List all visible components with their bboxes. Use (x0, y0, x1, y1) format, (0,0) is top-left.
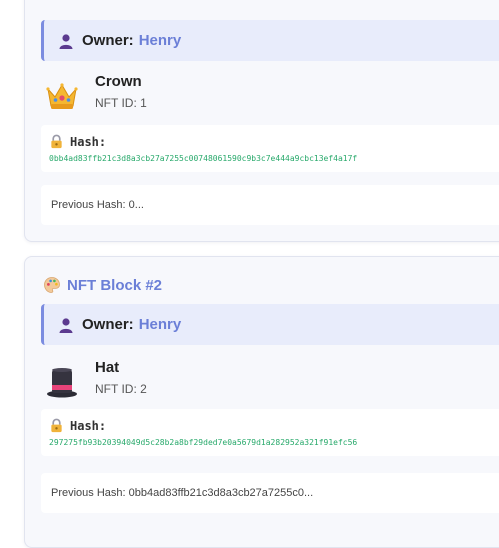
person-icon (59, 317, 73, 333)
hash-value: 0bb4ad83ffb21c3d8a3cb27a7255c00748061590… (49, 154, 358, 163)
previous-hash: Previous Hash: 0bb4ad83ffb21c3d8a3cb27a7… (41, 473, 499, 513)
hash-label: Hash: (70, 134, 107, 149)
nft-block-card: Owner: Henry Crown NFT ID: 1 Hash: 0bb4a… (24, 0, 499, 242)
top-hat-icon (47, 368, 77, 398)
owner-bar: Owner: Henry (41, 304, 499, 345)
hash-value: 297275fb93b20394049d5c28b2a8bf29ded7e0a5… (49, 438, 358, 447)
owner-name: Henry (138, 316, 182, 333)
nft-id: NFT ID: 2 (95, 382, 147, 396)
owner-label: Owner: (82, 316, 134, 333)
previous-hash: Previous Hash: 0... (41, 185, 499, 225)
hash-box: Hash: 0bb4ad83ffb21c3d8a3cb27a7255c00748… (41, 125, 499, 172)
palette-icon (44, 277, 60, 293)
nft-block-card: NFT Block #2 Owner: Henry Hat NFT ID: 2 (24, 256, 499, 548)
owner-label: Owner: (82, 32, 134, 49)
nft-item: Crown NFT ID: 1 (45, 73, 345, 113)
owner-name: Henry (138, 32, 182, 49)
item-name: Crown (95, 73, 142, 90)
crown-icon (46, 83, 78, 109)
lock-icon (51, 134, 62, 149)
nft-id: NFT ID: 1 (95, 96, 147, 110)
person-icon (59, 33, 73, 49)
nft-item: Hat NFT ID: 2 (45, 359, 345, 399)
block-title-text: NFT Block #2 (67, 276, 163, 294)
lock-icon (51, 418, 62, 433)
item-name: Hat (95, 359, 120, 376)
hash-label: Hash: (70, 418, 107, 433)
block-title: NFT Block #2 (43, 276, 162, 294)
hash-box: Hash: 297275fb93b20394049d5c28b2a8bf29de… (41, 409, 499, 456)
owner-bar: Owner: Henry (41, 20, 499, 61)
